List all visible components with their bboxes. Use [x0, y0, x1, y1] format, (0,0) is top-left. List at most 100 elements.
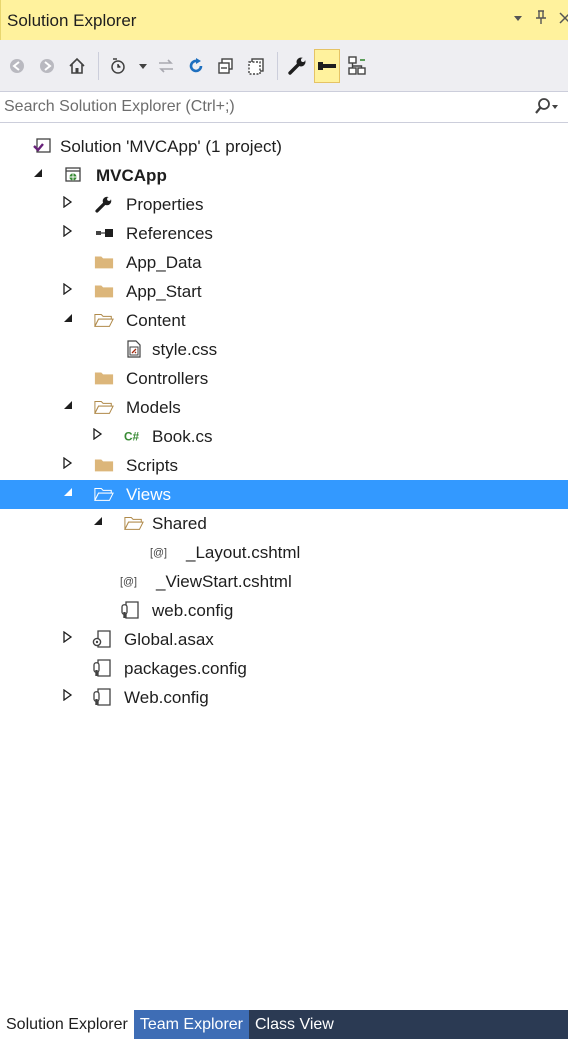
- tree-item-layout-cshtml[interactable]: [@] _Layout.cshtml: [0, 538, 568, 567]
- home-icon[interactable]: [64, 49, 90, 83]
- tab-team-explorer[interactable]: Team Explorer: [133, 1010, 249, 1039]
- sync-with-active-document-icon[interactable]: [153, 49, 179, 83]
- folder-icon: [94, 456, 114, 474]
- title-bar: Solution Explorer: [0, 0, 568, 40]
- tree-item-label: Book.cs: [152, 427, 213, 446]
- tree-item-style-css[interactable]: style.css: [0, 335, 568, 364]
- close-icon[interactable]: [558, 9, 568, 29]
- folder-icon: [94, 253, 114, 271]
- solution-explorer-window: Solution Explorer Search Solution Explor…: [0, 0, 568, 1039]
- folder-icon: [94, 282, 114, 300]
- tree-item-viewstart-cshtml[interactable]: [@] _ViewStart.cshtml: [0, 567, 568, 596]
- tab-class-view[interactable]: Class View: [249, 1010, 340, 1039]
- toolbar-separator: [277, 51, 278, 80]
- collapsed-arrow-icon[interactable]: [62, 282, 74, 299]
- config-file-icon: [92, 688, 112, 706]
- view-class-diagram-icon[interactable]: [344, 49, 370, 83]
- tree-item-app-data[interactable]: App_Data: [0, 248, 568, 277]
- window-position-dropdown-icon[interactable]: [512, 9, 524, 29]
- folder-open-icon: [94, 311, 114, 329]
- tree-item-controllers[interactable]: Controllers: [0, 364, 568, 393]
- toolbar: [0, 40, 568, 92]
- collapsed-arrow-icon[interactable]: [62, 195, 74, 212]
- svg-text:[@]: [@]: [150, 547, 167, 559]
- razor-file-icon: [@]: [150, 543, 170, 561]
- forward-icon[interactable]: [34, 49, 60, 83]
- folder-icon: [94, 369, 114, 387]
- tree-item-label: Global.asax: [124, 630, 214, 649]
- expanded-arrow-icon[interactable]: [32, 167, 44, 183]
- tree-item-label: Web.config: [124, 688, 209, 707]
- tree-item-label: _ViewStart.cshtml: [156, 572, 292, 591]
- collapsed-arrow-icon[interactable]: [92, 427, 104, 444]
- config-file-icon: [92, 659, 112, 677]
- expanded-arrow-icon[interactable]: [92, 515, 104, 531]
- tree-item-solution[interactable]: Solution 'MVCApp' (1 project): [0, 132, 568, 161]
- tree-item-label: packages.config: [124, 659, 247, 678]
- svg-text:C#: C#: [124, 430, 140, 444]
- tree-item-label: References: [126, 224, 213, 243]
- folder-open-icon: [94, 398, 114, 416]
- folder-open-icon: [94, 485, 114, 503]
- tree-item-label: App_Data: [126, 253, 202, 272]
- tree-item-global-asax[interactable]: Global.asax: [0, 625, 568, 654]
- refresh-icon[interactable]: [183, 49, 209, 83]
- tree-item-book-cs[interactable]: C# Book.cs: [0, 422, 568, 451]
- tree-item-label: Scripts: [126, 456, 178, 475]
- tree-item-label: Shared: [152, 514, 207, 533]
- window-title: Solution Explorer: [7, 11, 137, 30]
- pending-changes-filter-icon[interactable]: [105, 49, 131, 83]
- tree-item-views[interactable]: Views: [0, 480, 568, 509]
- tree-item-label: Controllers: [126, 369, 209, 388]
- solution-icon: [32, 137, 52, 155]
- chevron-down-icon[interactable]: [135, 49, 151, 83]
- references-icon: [94, 224, 114, 242]
- tree-item-label: MVCApp: [96, 166, 167, 185]
- tree-item-packages-config[interactable]: packages.config: [0, 654, 568, 683]
- toolbar-separator: [98, 51, 99, 80]
- pin-icon[interactable]: [534, 9, 548, 30]
- search-icon[interactable]: [534, 97, 558, 122]
- tree-item-label: web.config: [152, 601, 234, 620]
- tree-item-scripts[interactable]: Scripts: [0, 451, 568, 480]
- properties-icon[interactable]: [284, 49, 310, 83]
- collapsed-arrow-icon[interactable]: [62, 224, 74, 241]
- collapse-all-icon[interactable]: [213, 49, 239, 83]
- tree-item-properties[interactable]: Properties: [0, 190, 568, 219]
- solution-tree: Solution 'MVCApp' (1 project) MVCApp Prope…: [0, 132, 568, 712]
- collapsed-arrow-icon[interactable]: [62, 456, 74, 473]
- preview-selected-items-icon[interactable]: [314, 48, 340, 83]
- tree-item-app-start[interactable]: App_Start: [0, 277, 568, 306]
- tree-item-project[interactable]: MVCApp: [0, 161, 568, 190]
- tool-window-tabs: Solution Explorer Team Explorer Class View: [0, 1010, 568, 1039]
- asax-file-icon: [92, 630, 112, 648]
- tree-item-views-web-config[interactable]: web.config: [0, 596, 568, 625]
- csharp-file-icon: C#: [124, 427, 144, 445]
- back-icon[interactable]: [4, 49, 30, 83]
- tree-item-references[interactable]: References: [0, 219, 568, 248]
- collapsed-arrow-icon[interactable]: [62, 688, 74, 705]
- tree-item-label: Content: [126, 311, 186, 330]
- config-file-icon: [120, 601, 140, 619]
- show-all-files-icon[interactable]: [243, 49, 269, 83]
- wrench-icon: [94, 195, 114, 213]
- tree-item-shared[interactable]: Shared: [0, 509, 568, 538]
- tree-item-label: Solution 'MVCApp' (1 project): [60, 137, 282, 156]
- tree-item-content[interactable]: Content: [0, 306, 568, 335]
- expanded-arrow-icon[interactable]: [62, 399, 74, 415]
- search-box: [0, 92, 568, 123]
- css-file-icon: [124, 340, 144, 358]
- folder-open-icon: [124, 514, 144, 532]
- expanded-arrow-icon[interactable]: [62, 486, 74, 502]
- collapsed-arrow-icon[interactable]: [62, 630, 74, 647]
- tree-item-label: _Layout.cshtml: [186, 543, 301, 562]
- tree-item-web-config[interactable]: Web.config: [0, 683, 568, 712]
- tree-item-models[interactable]: Models: [0, 393, 568, 422]
- tree-item-label: style.css: [152, 340, 218, 359]
- razor-file-icon: [@]: [120, 572, 140, 590]
- tree-item-label: Models: [126, 398, 181, 417]
- tab-solution-explorer[interactable]: Solution Explorer: [0, 1010, 134, 1039]
- tree-item-label: App_Start: [126, 282, 202, 301]
- expanded-arrow-icon[interactable]: [62, 312, 74, 328]
- search-input[interactable]: [4, 96, 524, 118]
